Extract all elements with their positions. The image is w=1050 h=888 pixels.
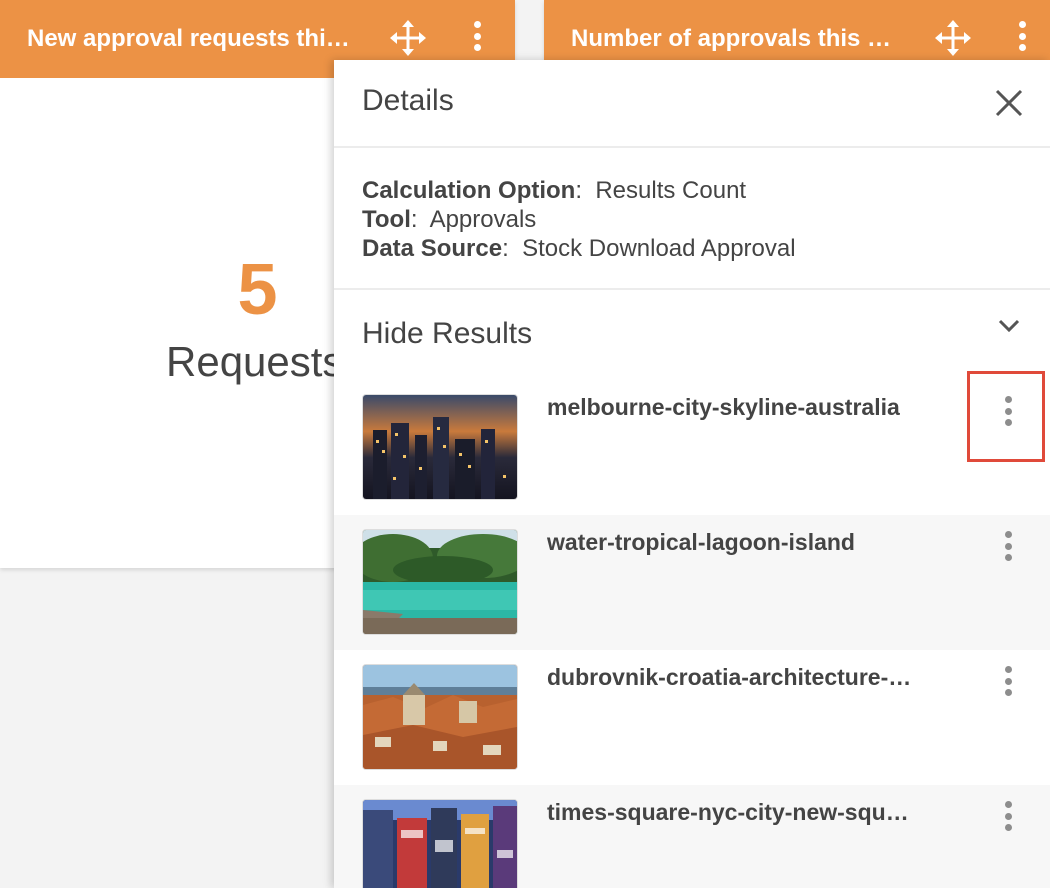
thumbnail-image[interactable] <box>362 394 518 500</box>
request-count-label: Requests <box>166 338 344 385</box>
info-tool: Tool: Approvals <box>362 206 537 233</box>
move-icon[interactable] <box>934 19 972 57</box>
result-item[interactable]: melbourne-city-skyline-australia <box>334 380 1050 515</box>
more-options-icon[interactable] <box>1002 666 1014 696</box>
info-data-source: Data Source: Stock Download Approval <box>362 235 796 262</box>
widget-menu-icon[interactable] <box>467 19 487 53</box>
result-item[interactable]: dubrovnik-croatia-architecture-… <box>334 650 1050 785</box>
more-options-icon[interactable] <box>1002 531 1014 561</box>
result-name[interactable]: melbourne-city-skyline-australia <box>547 394 947 421</box>
result-item[interactable]: water-tropical-lagoon-island <box>334 515 1050 650</box>
result-item[interactable]: times-square-nyc-city-new-squ… <box>334 785 1050 888</box>
results-list: melbourne-city-skyline-australia water-t… <box>334 380 1050 888</box>
details-panel: Details Calculation Option: Results Coun… <box>334 60 1050 888</box>
info-calculation-option: Calculation Option: Results Count <box>362 177 747 204</box>
details-header: Details <box>334 60 1050 148</box>
thumbnail-image[interactable] <box>362 529 518 635</box>
widget-menu-icon[interactable] <box>1012 19 1032 53</box>
result-name[interactable]: water-tropical-lagoon-island <box>547 529 947 556</box>
widget-title: New approval requests thi… <box>27 25 350 52</box>
more-options-icon[interactable] <box>1002 396 1014 426</box>
close-icon[interactable] <box>992 86 1026 120</box>
hide-results-toggle[interactable]: Hide Results <box>334 290 1050 380</box>
more-options-icon[interactable] <box>1002 801 1014 831</box>
thumbnail-image[interactable] <box>362 799 518 888</box>
hide-results-label: Hide Results <box>362 317 533 350</box>
chevron-down-icon[interactable] <box>998 319 1020 333</box>
result-name[interactable]: times-square-nyc-city-new-squ… <box>547 799 947 826</box>
details-info: Calculation Option: Results Count Tool: … <box>334 148 1050 290</box>
widget-title: Number of approvals this … <box>571 25 892 52</box>
thumbnail-image[interactable] <box>362 664 518 770</box>
move-icon[interactable] <box>389 19 427 57</box>
details-title: Details <box>362 84 454 117</box>
result-name[interactable]: dubrovnik-croatia-architecture-… <box>547 664 947 691</box>
